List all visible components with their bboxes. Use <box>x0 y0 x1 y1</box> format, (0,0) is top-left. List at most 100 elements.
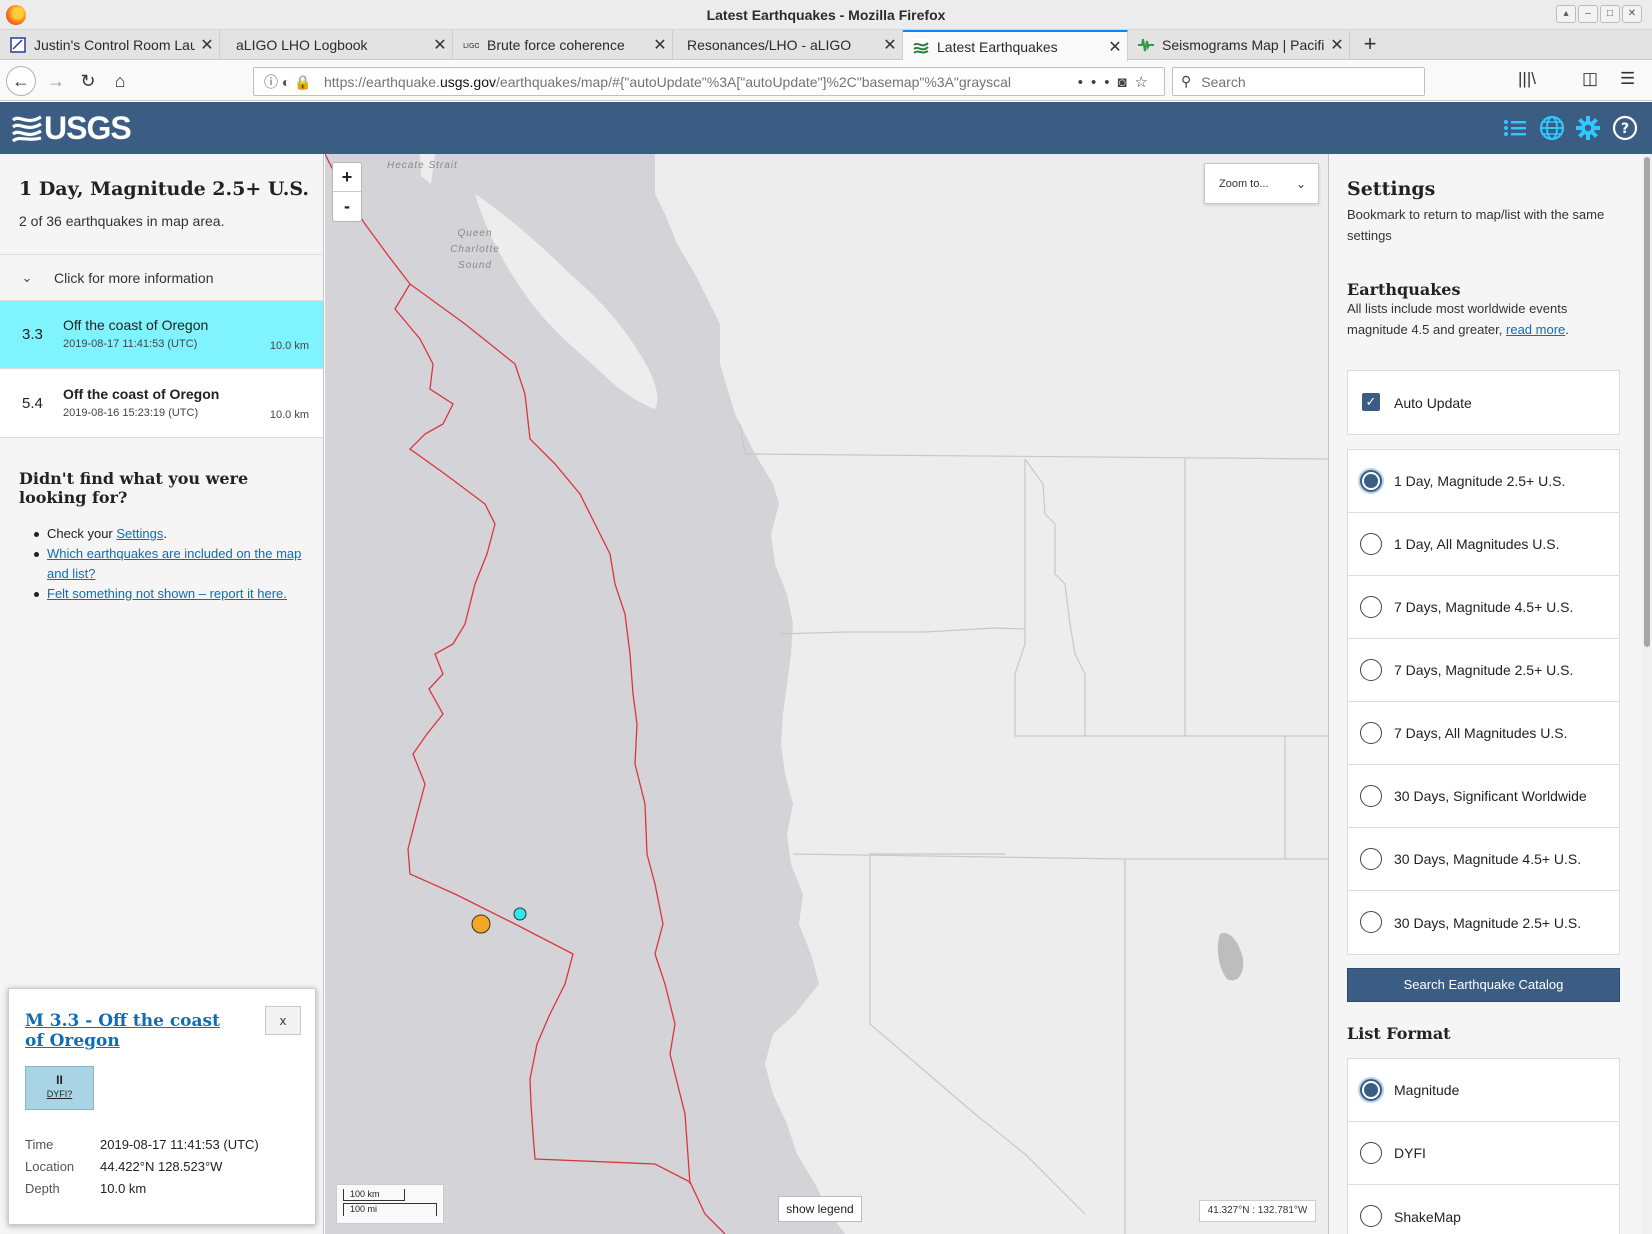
settings-panel: Settings Bookmark to return to map/list … <box>1328 154 1652 1234</box>
feed-option-1day-all[interactable]: 1 Day, All Magnitudes U.S. <box>1348 513 1619 576</box>
settings-title: Settings <box>1347 178 1436 200</box>
feed-option-1day-2-5[interactable]: 1 Day, Magnitude 2.5+ U.S. <box>1348 450 1619 513</box>
gear-icon[interactable] <box>1575 115 1601 141</box>
navigation-bar: ← → ↻ ⌂ ⓘ ◐ 🔒 https://earthquake.usgs.go… <box>0 61 1652 101</box>
list-item: Felt something not shown – report it her… <box>34 584 314 604</box>
tab-control-room[interactable]: Justin's Control Room Laun ✕ <box>0 30 220 60</box>
close-icon[interactable]: ✕ <box>428 35 452 55</box>
settings-link[interactable]: Settings <box>116 526 163 541</box>
close-icon[interactable]: ✕ <box>195 35 219 55</box>
search-catalog-button[interactable]: Search Earthquake Catalog <box>1347 968 1620 1002</box>
tab-alig-logbook[interactable]: aLIGO LHO Logbook ✕ <box>220 30 453 60</box>
radio <box>1360 659 1382 681</box>
map-label: Queen Charlotte Sound <box>450 228 500 271</box>
scrollbar-thumb[interactable] <box>1644 157 1650 647</box>
bookmark-text: Bookmark to return to map/list with the … <box>1347 207 1605 243</box>
page-actions-icon[interactable]: •••◙☆ <box>1074 73 1164 91</box>
globe-icon[interactable] <box>1539 115 1565 141</box>
dyfi-label: DYFI? <box>46 1089 73 1099</box>
radio <box>1360 785 1382 807</box>
scale-mi: 100 mi <box>343 1203 437 1216</box>
radio <box>1360 533 1382 555</box>
tab-strip: Justin's Control Room Laun ✕ aLIGO LHO L… <box>0 30 1652 61</box>
chevron-down-icon: ⌄ <box>1295 176 1306 191</box>
lake-shape <box>1217 933 1244 981</box>
search-input[interactable]: ⚲ Search <box>1172 67 1425 96</box>
list-format-heading: List Format <box>1347 1024 1451 1043</box>
tab-latest-earthquakes[interactable]: Latest Earthquakes ✕ <box>903 30 1128 61</box>
report-felt-link[interactable]: Felt something not shown – report it her… <box>47 586 287 601</box>
seismogram-icon <box>1138 38 1154 52</box>
auto-update-box: ✓ Auto Update <box>1347 370 1620 435</box>
more-info-toggle[interactable]: ⌄ Click for more information <box>0 254 324 301</box>
close-icon[interactable]: ✕ <box>648 35 672 55</box>
usgs-icon <box>913 38 929 55</box>
show-legend-button[interactable]: show legend <box>778 1196 862 1222</box>
auto-update-checkbox[interactable]: ✓ Auto Update <box>1348 371 1619 434</box>
feed-option-30day-significant[interactable]: 30 Days, Significant Worldwide <box>1348 765 1619 828</box>
tab-label: Brute force coherence <box>487 37 625 53</box>
close-icon[interactable]: ✕ <box>1103 37 1127 57</box>
earthquake-popup: M 3.3 - Off the coast of Oregon x II DYF… <box>8 988 316 1225</box>
window-up-button[interactable]: ▴ <box>1556 5 1576 23</box>
list-item[interactable]: 3.3 Off the coast of Oregon 2019-08-17 1… <box>0 301 323 369</box>
radio <box>1360 722 1382 744</box>
url-bar[interactable]: ⓘ ◐ 🔒 https://earthquake.usgs.gov/earthq… <box>253 67 1165 96</box>
list-item[interactable]: 5.4 Off the coast of Oregon 2019-08-16 1… <box>0 370 323 438</box>
list-count: 2 of 36 earthquakes in map area. <box>19 213 225 229</box>
scrollbar[interactable] <box>1642 154 1652 1234</box>
radio <box>1360 1142 1382 1164</box>
chevron-down-icon: ⌄ <box>21 269 33 285</box>
sidebar-icon[interactable]: ◫ <box>1582 69 1598 89</box>
read-more-link[interactable]: read more <box>1506 322 1565 337</box>
list-format-shakemap[interactable]: ShakeMap <box>1348 1185 1619 1234</box>
back-button[interactable]: ← <box>6 66 36 96</box>
list-format-options: Magnitude DYFI ShakeMap <box>1347 1058 1620 1234</box>
search-icon: ⚲ <box>1181 73 1192 89</box>
feed-option-30day-4-5[interactable]: 30 Days, Magnitude 4.5+ U.S. <box>1348 828 1619 891</box>
which-earthquakes-link[interactable]: Which earthquakes are included on the ma… <box>47 546 301 581</box>
library-icon[interactable]: |||\ <box>1518 69 1536 89</box>
reload-button[interactable]: ↻ <box>74 67 102 95</box>
window-close-button[interactable]: ✕ <box>1622 5 1642 23</box>
checkmark-icon: ✓ <box>1362 393 1380 411</box>
popup-title-link[interactable]: M 3.3 - Off the coast of Oregon <box>25 1011 235 1051</box>
map[interactable]: Hecate Strait Queen Charlotte Sound + - … <box>325 154 1328 1234</box>
home-button[interactable]: ⌂ <box>106 67 134 95</box>
help-links-list: Check your Settings. Which earthquakes a… <box>34 524 314 604</box>
zoom-in-button[interactable]: + <box>333 163 361 192</box>
url-text[interactable]: https://earthquake.usgs.gov/earthquakes/… <box>324 74 1074 90</box>
usgs-logo[interactable]: USGS <box>12 110 132 146</box>
feed-option-7day-4-5[interactable]: 7 Days, Magnitude 4.5+ U.S. <box>1348 576 1619 639</box>
menu-icon[interactable]: ☰ <box>1620 69 1635 89</box>
feed-options: 1 Day, Magnitude 2.5+ U.S. 1 Day, All Ma… <box>1347 449 1620 955</box>
feed-option-30day-2-5[interactable]: 30 Days, Magnitude 2.5+ U.S. <box>1348 891 1619 954</box>
eq-depth: 10.0 km <box>269 409 309 421</box>
popup-time-row: Time 2019-08-17 11:41:53 (UTC) <box>25 1137 259 1152</box>
new-tab-button[interactable]: + <box>1357 32 1383 58</box>
dyfi-badge[interactable]: II DYFI? <box>25 1066 94 1110</box>
radio <box>1360 596 1382 618</box>
popup-close-button[interactable]: x <box>265 1006 301 1035</box>
site-info-icon[interactable]: ⓘ ◐ 🔒 <box>254 72 324 92</box>
tab-resonances[interactable]: Resonances/LHO - aLIGO ✕ <box>673 30 903 60</box>
help-icon[interactable]: ? <box>1612 115 1638 141</box>
window-maximize-button[interactable]: □ <box>1600 5 1620 23</box>
window-minimize-button[interactable]: – <box>1578 5 1598 23</box>
forward-button[interactable]: → <box>42 67 70 95</box>
list-title: 1 Day, Magnitude 2.5+ U.S. <box>19 178 310 200</box>
zoom-to-label: Zoom to... <box>1219 177 1269 190</box>
earthquake-list-panel: 1 Day, Magnitude 2.5+ U.S. 2 of 36 earth… <box>0 154 324 1234</box>
tab-seismograms[interactable]: Seismograms Map | Pacific ✕ <box>1128 30 1350 60</box>
tab-brute-force[interactable]: LIGO Brute force coherence ✕ <box>453 30 673 60</box>
zoom-to-select[interactable]: Zoom to... ⌄ <box>1204 163 1319 204</box>
zoom-out-button[interactable]: - <box>333 192 361 221</box>
radio <box>1360 848 1382 870</box>
close-icon[interactable]: ✕ <box>1325 35 1349 55</box>
list-format-magnitude[interactable]: Magnitude <box>1348 1059 1619 1122</box>
list-format-dyfi[interactable]: DYFI <box>1348 1122 1619 1185</box>
feed-option-7day-all[interactable]: 7 Days, All Magnitudes U.S. <box>1348 702 1619 765</box>
feed-option-7day-2-5[interactable]: 7 Days, Magnitude 2.5+ U.S. <box>1348 639 1619 702</box>
close-icon[interactable]: ✕ <box>878 35 902 55</box>
list-icon[interactable] <box>1502 115 1528 141</box>
